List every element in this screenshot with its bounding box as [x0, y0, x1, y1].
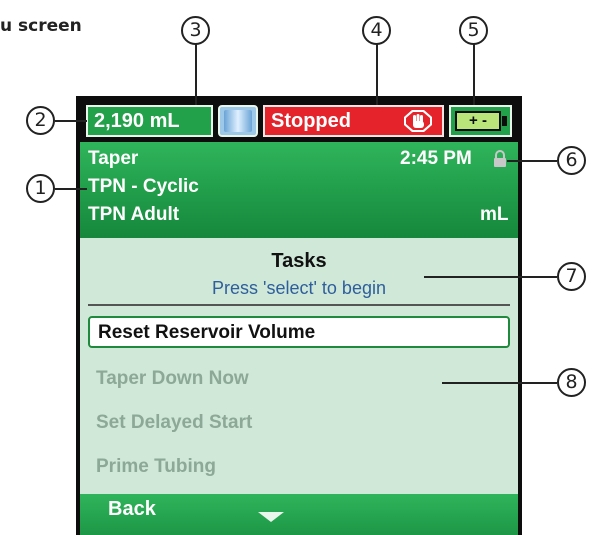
callout-2: 2	[26, 106, 55, 135]
therapy-name: TPN Adult	[88, 204, 180, 225]
callout-5-leader	[473, 43, 475, 105]
menu-item-prime-tubing[interactable]: Prime Tubing	[88, 452, 510, 484]
reservoir-icon	[218, 105, 258, 137]
menu-hint: Press 'select' to begin	[212, 278, 386, 298]
callout-1-leader	[55, 188, 87, 190]
menu-item-set-delayed-start[interactable]: Set Delayed Start	[88, 408, 510, 440]
reservoir-volume: 2,190 mL	[86, 105, 213, 137]
pump-state-label: Stopped	[271, 110, 351, 132]
callout-4-leader	[376, 43, 378, 105]
callout-8: 8	[557, 368, 586, 397]
callout-6-leader	[507, 160, 557, 162]
program-info: Taper 2:45 PM TPN - Cyclic TPN Adult mL	[80, 142, 518, 238]
callout-7-leader	[424, 276, 557, 278]
volume-unit: mL	[480, 204, 509, 225]
device-screen: 2,190 mL Stopped + - Taper 2:45 PM TPN -…	[76, 96, 522, 535]
pump-state-badge: Stopped	[263, 105, 444, 137]
menu-item-taper-down-now[interactable]: Taper Down Now	[88, 364, 510, 396]
callout-7: 7	[557, 262, 586, 291]
battery-icon: + -	[455, 111, 501, 131]
callout-3-leader	[195, 43, 197, 105]
menu-title: Tasks	[271, 250, 327, 272]
callout-6: 6	[557, 146, 586, 175]
softkey-bar: Back	[80, 494, 518, 535]
lock-icon	[494, 150, 506, 167]
callout-1: 1	[26, 174, 55, 203]
callout-5: 5	[459, 16, 488, 45]
callout-3: 3	[181, 16, 210, 45]
clock-time: 2:45 PM	[400, 148, 472, 169]
program-name: TPN - Cyclic	[88, 176, 199, 197]
program-mode: Taper	[88, 148, 139, 169]
divider	[88, 304, 510, 306]
scroll-down-icon	[258, 512, 284, 522]
page-caption: u screen	[0, 16, 82, 36]
battery-indicator: + -	[449, 105, 512, 137]
back-button[interactable]: Back	[108, 498, 156, 521]
callout-2-leader	[55, 120, 87, 122]
stop-hand-icon	[404, 110, 432, 132]
menu-item-reset-reservoir-volume[interactable]: Reset Reservoir Volume	[88, 316, 510, 348]
callout-4: 4	[362, 16, 391, 45]
status-bar: 2,190 mL Stopped + -	[80, 100, 518, 142]
callout-8-leader	[442, 382, 557, 384]
